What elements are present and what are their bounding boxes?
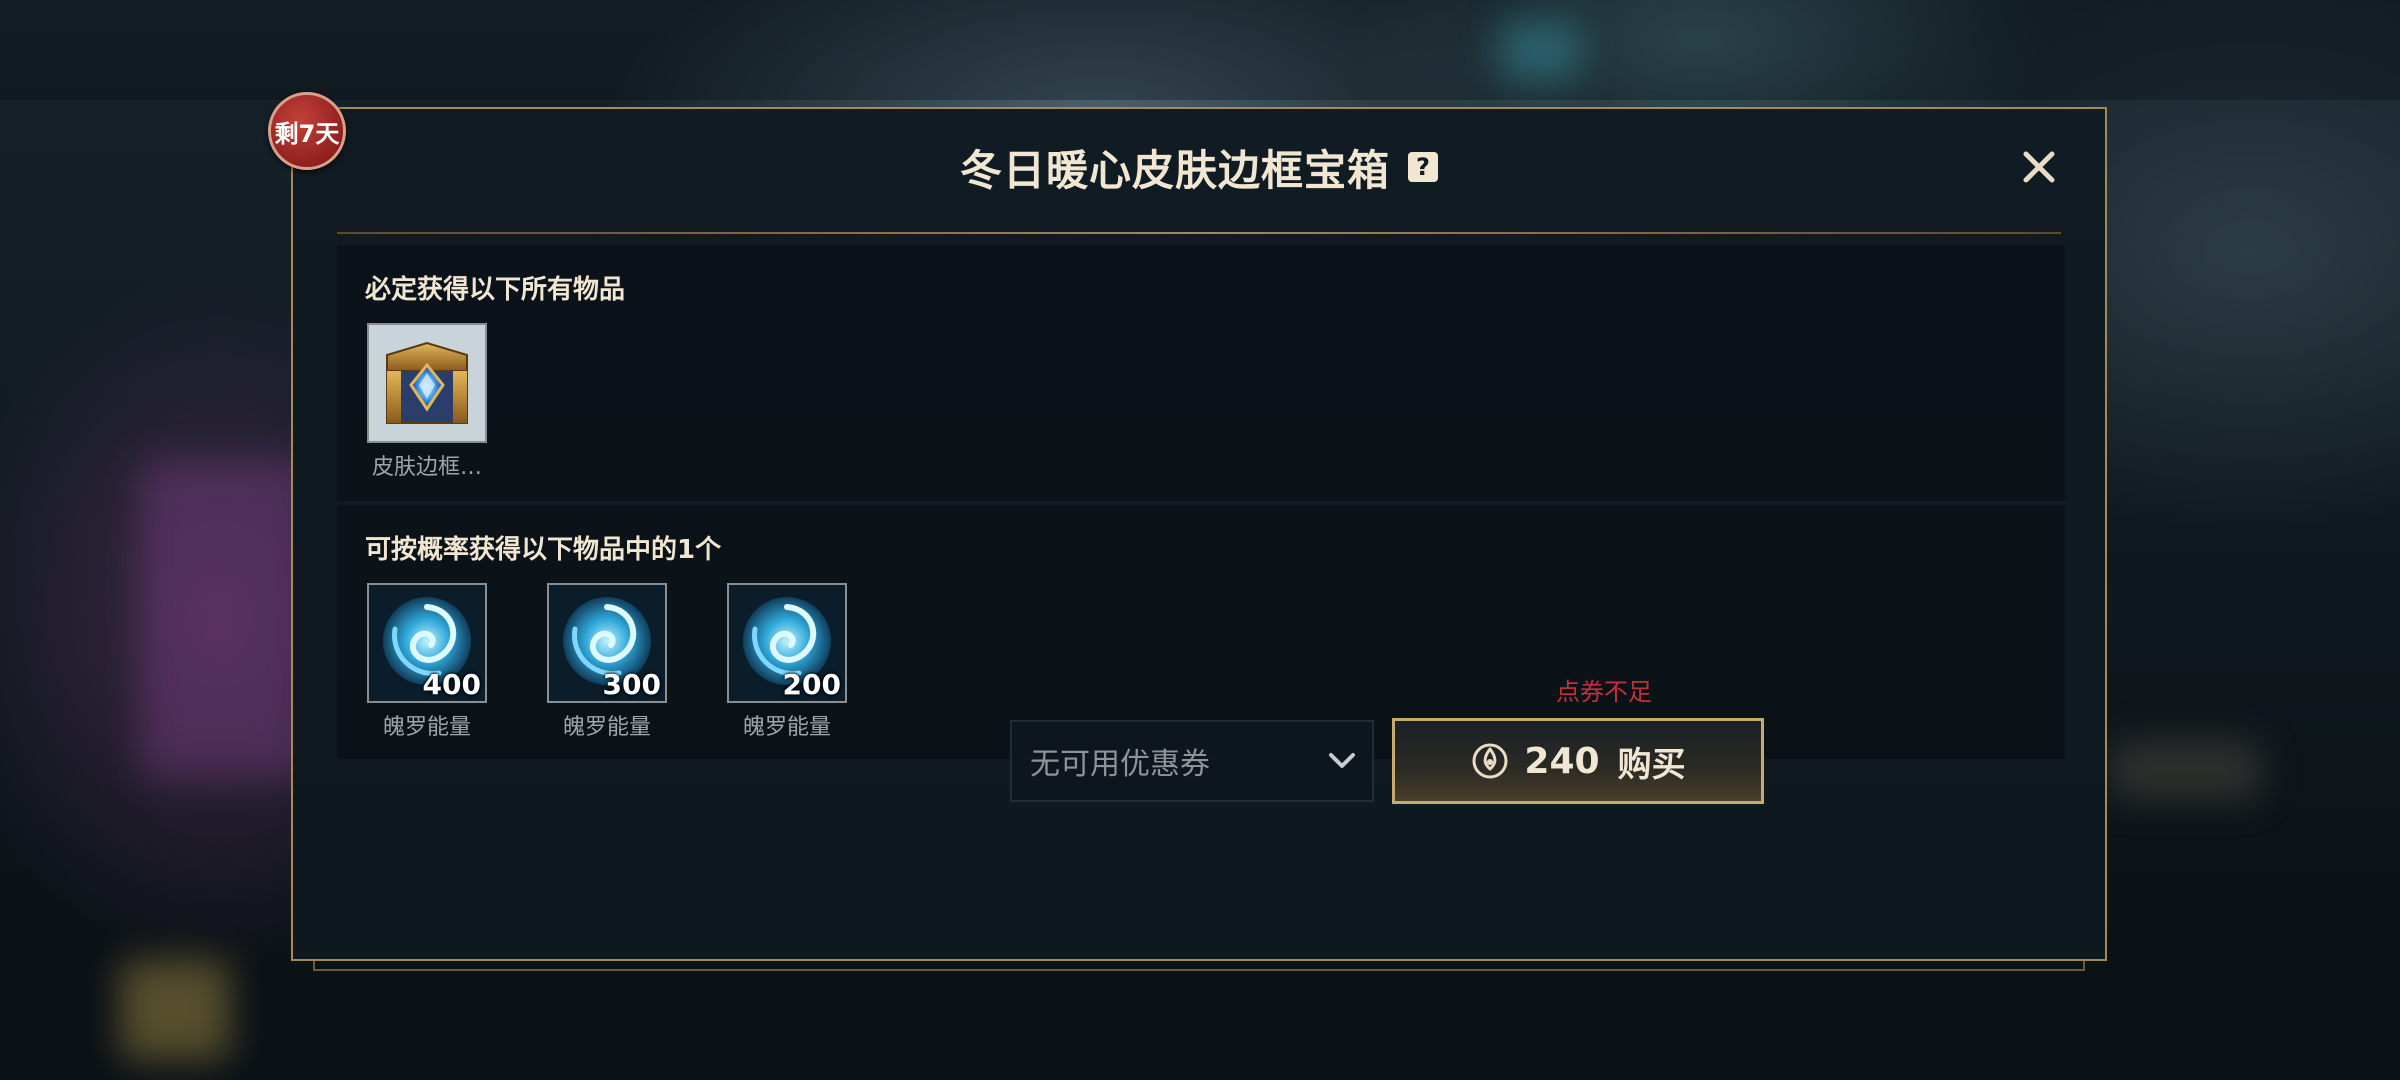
buy-button[interactable]: 240 购买 [1392,718,1764,804]
background-blob [2110,740,2260,800]
coupon-dropdown[interactable]: 无可用优惠券 [1010,720,1374,802]
guaranteed-items-section: 必定获得以下所有物品 皮肤边框… [337,245,2065,501]
modal-title: 冬日暖心皮肤边框宝箱 [959,145,1390,195]
item-frame: 300 [547,583,667,703]
item-label: 皮肤边框… [371,455,482,480]
side-id-text: 47587685 [0,500,2,582]
random-item[interactable]: 200 魄罗能量 [727,583,847,741]
item-label: 魄罗能量 [742,715,831,740]
title-divider [337,232,2061,234]
item-frame: 200 [727,583,847,703]
item-quantity: 300 [602,668,661,701]
background-bottom-bar [0,975,2400,1080]
background-blob [120,960,230,1060]
help-icon[interactable]: ? [1408,152,1438,182]
item-frame [367,323,487,443]
item-quantity: 200 [782,668,841,701]
modal-bottom-edge [313,961,2085,971]
background-top-bar [0,0,2400,100]
chevron-down-icon [1312,751,1372,771]
item-frame: 400 [367,583,487,703]
guaranteed-item[interactable]: 皮肤边框… [367,323,487,481]
background-blob [1500,20,1580,80]
item-label: 魄罗能量 [382,715,471,740]
item-quantity: 400 [422,668,481,701]
chest-purchase-modal: 冬日暖心皮肤边框宝箱 ? 必定获得以下所有物品 皮肤边框… 可按概率获得以下物品… [291,107,2107,961]
random-section-title: 可按概率获得以下物品中的1个 [365,535,722,565]
insufficient-points-warning: 点券不足 [1556,678,1652,706]
background-blob [140,460,310,780]
close-icon [2023,151,2055,183]
item-label: 魄罗能量 [562,715,651,740]
chest-icon [369,325,485,441]
modal-header: 冬日暖心皮肤边框宝箱 ? [293,139,2105,195]
buy-price: 240 [1524,740,1600,782]
buy-label: 购买 [1617,744,1686,785]
days-left-badge: 剩7天 [268,92,346,170]
random-item[interactable]: 300 魄罗能量 [547,583,667,741]
close-button[interactable] [2017,145,2061,189]
random-item[interactable]: 400 魄罗能量 [367,583,487,741]
points-currency-icon [1472,743,1508,779]
guaranteed-section-title: 必定获得以下所有物品 [365,275,626,305]
coupon-dropdown-value: 无可用优惠券 [1030,747,1210,782]
